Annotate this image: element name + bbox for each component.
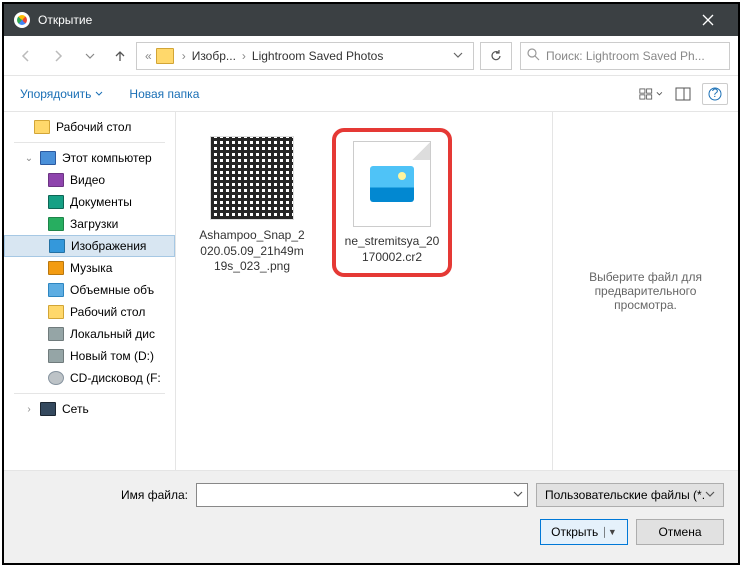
chevron-down-icon [95, 90, 103, 98]
breadcrumb-seg-2[interactable]: Lightroom Saved Photos [250, 49, 385, 63]
network-icon [40, 402, 56, 416]
cancel-button[interactable]: Отмена [636, 519, 724, 545]
sidebar-item-desktop2[interactable]: Рабочий стол [4, 301, 175, 323]
chevron-right-icon: › [238, 49, 250, 63]
search-icon [527, 48, 540, 64]
chevron-down-icon [513, 488, 523, 502]
chevron-down-icon [656, 90, 663, 98]
view-options-button[interactable] [638, 83, 664, 105]
sidebar-item-cddrive[interactable]: CD-дисковод (F: [4, 367, 175, 389]
sidebar-item-music[interactable]: Музыка [4, 257, 175, 279]
file-thumbnail [348, 140, 436, 228]
hdd-icon [48, 327, 64, 341]
split-chevron-icon: │▼ [602, 527, 617, 537]
sidebar-item-thispc[interactable]: ⌄Этот компьютер [4, 147, 175, 169]
file-pane: Ashampoo_Snap_2020.05.09_21h49m19s_023_.… [176, 112, 738, 470]
recent-locations-button[interactable] [76, 43, 104, 69]
sidebar-item-video[interactable]: Видео [4, 169, 175, 191]
sidebar-item-documents[interactable]: Документы [4, 191, 175, 213]
preview-pane: Выберите файл для предварительного просм… [552, 112, 738, 470]
svg-text:?: ? [712, 87, 719, 100]
organize-button[interactable]: Упорядочить [14, 83, 109, 105]
refresh-button[interactable] [480, 42, 512, 70]
chevron-right-icon: › [178, 49, 190, 63]
nav-up-button[interactable] [108, 43, 132, 69]
filename-label: Имя файла: [18, 488, 188, 502]
search-placeholder: Поиск: Lightroom Saved Ph... [546, 49, 705, 63]
new-folder-button[interactable]: Новая папка [123, 83, 205, 105]
separator [14, 393, 165, 394]
chevron-left-icon: « [141, 49, 156, 63]
dialog-body: Рабочий стол ⌄Этот компьютер Видео Докум… [4, 112, 738, 470]
expand-icon: › [24, 404, 34, 415]
file-item-highlighted[interactable]: ne_stremitsya_20170002.cr2 [332, 128, 452, 277]
window-title: Открытие [38, 13, 92, 27]
file-name: ne_stremitsya_20170002.cr2 [344, 234, 440, 265]
cd-icon [48, 371, 64, 385]
expand-icon: ⌄ [24, 153, 34, 164]
sidebar-item-localdisk[interactable]: Локальный дис [4, 323, 175, 345]
sidebar-item-pictures[interactable]: Изображения [4, 235, 175, 257]
images-icon [49, 239, 65, 253]
dialog-footer: Имя файла: Пользовательские файлы (*.g О… [4, 470, 738, 563]
chrome-icon [14, 12, 30, 28]
nav-back-button[interactable] [12, 43, 40, 69]
pc-icon [40, 151, 56, 165]
toolbar: Упорядочить Новая папка ? [4, 76, 738, 112]
open-file-dialog: Открытие « › Изобр... › Lightroom Saved … [2, 2, 740, 565]
hdd-icon [48, 349, 64, 363]
search-input[interactable]: Поиск: Lightroom Saved Ph... [520, 42, 730, 70]
folder-icon [34, 120, 50, 134]
file-name: Ashampoo_Snap_2020.05.09_21h49m19s_023_.… [198, 228, 306, 275]
sidebar-item-downloads[interactable]: Загрузки [4, 213, 175, 235]
breadcrumb[interactable]: « › Изобр... › Lightroom Saved Photos [136, 42, 474, 70]
file-thumbnail [208, 134, 296, 222]
breadcrumb-seg-1[interactable]: Изобр... [190, 49, 238, 63]
help-button[interactable]: ? [702, 83, 728, 105]
image-icon [370, 166, 414, 202]
address-bar: « › Изобр... › Lightroom Saved Photos По… [4, 36, 738, 76]
qr-code-icon [210, 136, 294, 220]
document-icon [48, 195, 64, 209]
separator [14, 142, 165, 143]
generic-file-icon [353, 141, 431, 227]
download-icon [48, 217, 64, 231]
chevron-down-icon [705, 488, 715, 502]
objects-icon [48, 283, 64, 297]
breadcrumb-dropdown[interactable] [447, 49, 469, 63]
sidebar-item-newvol[interactable]: Новый том (D:) [4, 345, 175, 367]
folder-icon [156, 48, 174, 64]
music-icon [48, 261, 64, 275]
open-button[interactable]: Открыть │▼ [540, 519, 628, 545]
navigation-sidebar: Рабочий стол ⌄Этот компьютер Видео Докум… [4, 112, 176, 470]
filetype-select[interactable]: Пользовательские файлы (*.g [536, 483, 724, 507]
sidebar-item-3dobjects[interactable]: Объемные объ [4, 279, 175, 301]
titlebar: Открытие [4, 4, 738, 36]
file-item[interactable]: Ashampoo_Snap_2020.05.09_21h49m19s_023_.… [192, 128, 312, 281]
preview-placeholder: Выберите файл для предварительного просм… [563, 270, 728, 312]
nav-forward-button[interactable] [44, 43, 72, 69]
sidebar-item-desktop[interactable]: Рабочий стол [4, 116, 175, 138]
video-icon [48, 173, 64, 187]
sidebar-item-network[interactable]: ›Сеть [4, 398, 175, 420]
folder-icon [48, 305, 64, 319]
filename-input[interactable] [196, 483, 528, 507]
preview-pane-button[interactable] [670, 83, 696, 105]
file-list[interactable]: Ashampoo_Snap_2020.05.09_21h49m19s_023_.… [176, 112, 552, 470]
close-button[interactable] [688, 4, 728, 36]
